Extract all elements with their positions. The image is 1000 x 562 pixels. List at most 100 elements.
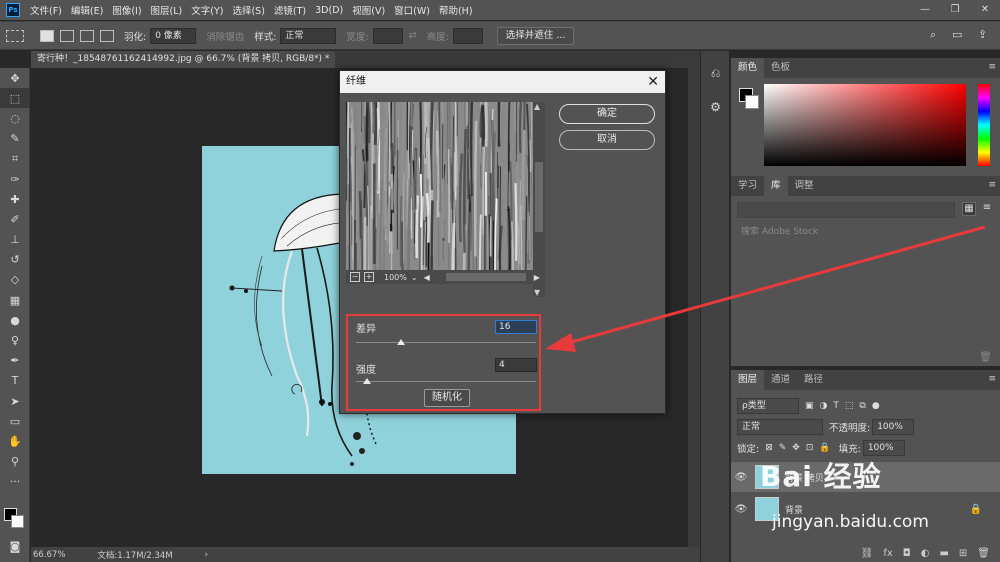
grid-view-icon[interactable]: ▦ — [962, 202, 976, 216]
tab-adjustments[interactable]: 调整 — [788, 176, 821, 196]
style-select[interactable]: 正常 — [280, 27, 337, 44]
crop-tool-icon[interactable]: ⌗ — [0, 149, 30, 169]
select-and-mask-button[interactable]: 选择并遮住 ... — [496, 26, 575, 45]
layer-name[interactable]: 背景 拷贝 — [785, 471, 824, 484]
strength-slider[interactable] — [356, 381, 536, 382]
adjustment-layer-icon[interactable]: ◐ — [921, 548, 930, 559]
lock-pixels-icon[interactable]: ✎ — [779, 443, 787, 453]
intersect-selection-icon[interactable] — [100, 29, 114, 42]
panel-menu-icon[interactable]: ≡ — [988, 62, 996, 72]
preview-vertical-scrollbar[interactable]: ▲ ▼ — [533, 102, 545, 297]
cancel-button[interactable]: 取消 — [559, 130, 655, 150]
stock-search-input[interactable]: 搜索 Adobe Stock — [737, 224, 993, 240]
tab-paths[interactable]: 路径 — [797, 370, 830, 390]
add-mask-icon[interactable]: ◘ — [903, 548, 911, 559]
properties-panel-icon[interactable]: ⚙ — [701, 95, 730, 119]
new-layer-icon[interactable]: ⊞ — [959, 548, 967, 559]
rectangle-tool-icon[interactable]: ▭ — [0, 411, 30, 431]
blend-mode-select[interactable]: 正常 — [737, 419, 823, 435]
clone-stamp-icon[interactable]: ⊥ — [0, 230, 30, 250]
smart-object-filter-icon[interactable]: ⧉ — [859, 401, 865, 411]
lock-transparent-icon[interactable]: ⊠ — [765, 443, 773, 453]
fill-input[interactable]: 100% — [862, 440, 905, 456]
zoom-tool-icon[interactable]: ⚲ — [0, 452, 30, 472]
visibility-eye-icon[interactable]: 👁 — [731, 472, 751, 483]
marquee-tool-icon[interactable]: ⬚ — [0, 88, 30, 109]
ok-button[interactable]: 确定 — [559, 104, 655, 124]
scroll-left-icon[interactable]: ◀ — [424, 273, 430, 282]
zoom-dropdown-icon[interactable]: ⌄ — [411, 273, 418, 282]
share-icon[interactable]: ⇪ — [978, 28, 987, 41]
search-icon[interactable]: ⌕ — [930, 28, 936, 42]
layer-kind-filter[interactable]: ρ类型 — [737, 398, 799, 414]
menu-image[interactable]: 图像(I) — [112, 3, 141, 17]
randomize-button[interactable]: 随机化 — [424, 389, 470, 407]
gradient-tool-icon[interactable]: ▦ — [0, 290, 30, 310]
dodge-tool-icon[interactable]: ♀ — [0, 330, 30, 350]
menu-help[interactable]: 帮助(H) — [439, 3, 473, 17]
shape-filter-icon[interactable]: ⬚ — [845, 401, 854, 411]
dialog-close-icon[interactable]: ✕ — [647, 71, 659, 93]
minimize-button[interactable]: — — [910, 0, 940, 20]
menu-file[interactable]: 文件(F) — [30, 3, 62, 17]
subtract-selection-icon[interactable] — [80, 29, 94, 42]
delete-layer-icon[interactable]: 🗑 — [977, 548, 990, 559]
history-panel-icon[interactable]: ⎌ — [701, 61, 730, 85]
panel-background-swatch[interactable] — [745, 95, 759, 109]
menu-view[interactable]: 视图(V) — [352, 3, 385, 17]
healing-brush-icon[interactable]: ✚ — [0, 189, 30, 209]
zoom-level[interactable]: 66.67% — [33, 550, 65, 560]
tab-libraries[interactable]: 库 — [764, 176, 788, 196]
hue-slider[interactable] — [978, 84, 990, 166]
strength-input[interactable]: 4 — [495, 358, 537, 372]
zoom-out-icon[interactable]: − — [350, 272, 360, 282]
tab-learn[interactable]: 学习 — [731, 176, 764, 196]
menu-layer[interactable]: 图层(L) — [151, 3, 183, 17]
pen-tool-icon[interactable]: ✒ — [0, 351, 30, 371]
zoom-in-icon[interactable]: + — [364, 272, 374, 282]
variance-slider-thumb[interactable] — [397, 339, 405, 345]
height-input[interactable] — [452, 27, 483, 44]
type-filter-icon[interactable]: T — [833, 401, 839, 411]
feather-input[interactable]: 0 像素 — [150, 27, 197, 44]
menu-edit[interactable]: 编辑(E) — [71, 3, 103, 17]
pixel-filter-icon[interactable]: ▣ — [805, 401, 814, 411]
tab-color[interactable]: 颜色 — [731, 58, 765, 78]
scroll-right-icon[interactable]: ▶ — [534, 273, 540, 282]
strength-slider-thumb[interactable] — [363, 378, 372, 384]
layer-name[interactable]: 背景 — [785, 503, 803, 516]
eyedropper-tool-icon[interactable]: ✑ — [0, 169, 30, 189]
filter-toggle-icon[interactable]: ● — [872, 401, 880, 411]
scroll-up-icon[interactable]: ▲ — [534, 102, 540, 111]
preview-horizontal-scrollbar[interactable] — [445, 273, 526, 281]
history-brush-icon[interactable]: ↺ — [0, 250, 30, 270]
new-group-icon[interactable]: ▬ — [939, 548, 948, 559]
restore-button[interactable]: ❐ — [940, 0, 970, 20]
blur-tool-icon[interactable]: ● — [0, 310, 30, 330]
tab-swatches[interactable]: 色板 — [764, 58, 797, 78]
quick-select-tool-icon[interactable]: ✎ — [0, 129, 30, 149]
tab-layers[interactable]: 图层 — [731, 370, 765, 390]
menu-3d[interactable]: 3D(D) — [315, 5, 343, 16]
new-selection-icon[interactable] — [40, 29, 54, 42]
link-layers-icon[interactable]: ⛓ — [861, 548, 874, 559]
marquee-preset-icon[interactable] — [6, 29, 24, 42]
tab-channels[interactable]: 通道 — [764, 370, 797, 390]
workspace-icon[interactable]: ▭ — [952, 28, 962, 41]
filter-preview[interactable] — [346, 102, 533, 270]
layer-style-icon[interactable]: fx — [883, 548, 892, 559]
scroll-down-icon[interactable]: ▼ — [534, 288, 540, 297]
list-view-icon[interactable]: ≡ — [980, 202, 994, 216]
menu-select[interactable]: 选择(S) — [232, 3, 264, 17]
preview-scroll-thumb[interactable] — [535, 162, 543, 232]
quick-mask-icon[interactable]: ◙ — [0, 536, 30, 556]
lock-position-icon[interactable]: ✥ — [792, 443, 800, 453]
menu-type[interactable]: 文字(Y) — [191, 3, 223, 17]
visibility-eye-icon[interactable]: 👁 — [731, 504, 751, 515]
canvas-vertical-scrollbar[interactable] — [688, 68, 700, 547]
layer-row[interactable]: 👁 背景 🔒 — [731, 494, 1000, 524]
background-color[interactable] — [11, 515, 24, 528]
status-menu-icon[interactable]: › — [205, 550, 208, 560]
opacity-input[interactable]: 100% — [872, 419, 915, 435]
type-tool-icon[interactable]: T — [0, 371, 30, 391]
